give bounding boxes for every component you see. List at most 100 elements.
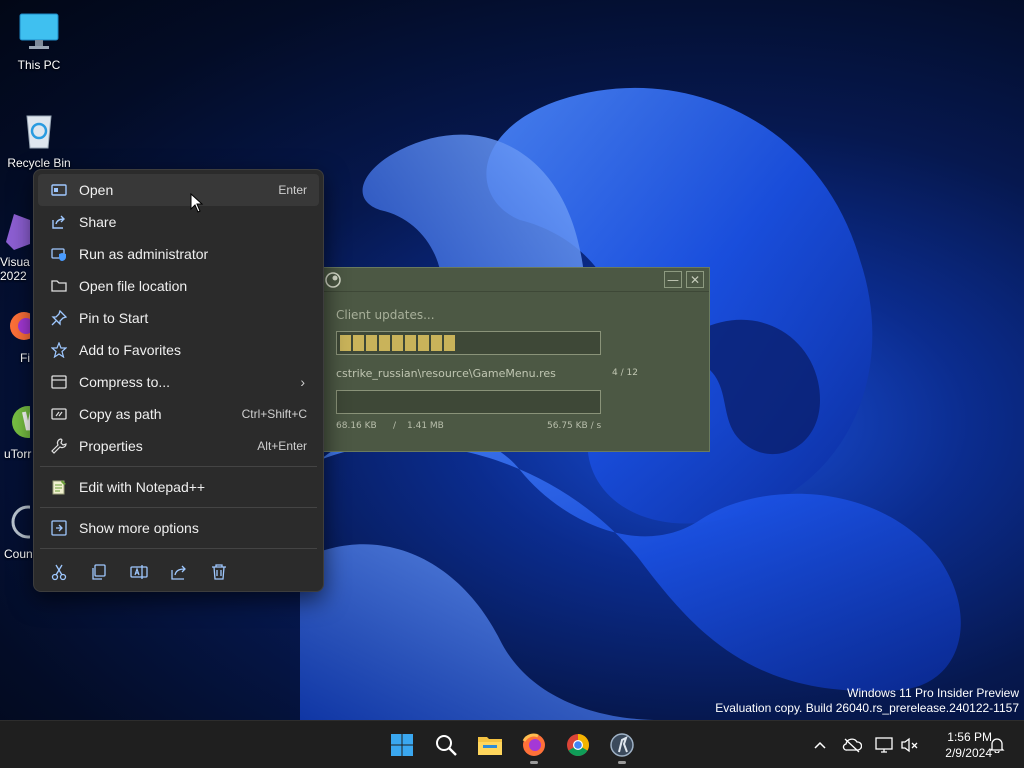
menu-quick-actions [38, 553, 319, 591]
progress-segment [444, 335, 455, 351]
desktop-icon-this-pc[interactable]: This PC [0, 10, 78, 72]
taskbar: 1:56 PM 2/9/2024 [0, 720, 1024, 768]
close-button[interactable]: ✕ [686, 271, 704, 288]
search-button[interactable] [430, 729, 462, 761]
rename-icon[interactable] [130, 563, 148, 581]
notification-bell-icon [989, 738, 1005, 753]
firefox-icon [10, 312, 34, 340]
notifications-button[interactable] [987, 735, 1007, 755]
display-icon [875, 737, 893, 753]
progress-segment [405, 335, 416, 351]
clock-date: 2/9/2024 [945, 746, 992, 760]
downloaded-size: 68.16 KB [336, 421, 377, 431]
menu-separator [40, 466, 317, 467]
chevron-right-icon: › [300, 374, 305, 390]
menu-item-shortcut: Ctrl+Shift+C [241, 407, 307, 421]
menu-item-add-to-favorites[interactable]: Add to Favorites [38, 334, 319, 366]
minimize-icon: — [667, 272, 679, 287]
monitor-icon [17, 10, 61, 54]
menu-item-copy-as-path[interactable]: Copy as path Ctrl+Shift+C [38, 398, 319, 430]
updater-window[interactable]: — ✕ Client updates... cstrike_russian\re… [322, 267, 710, 452]
cut-icon[interactable] [50, 563, 68, 581]
share-icon[interactable] [170, 563, 188, 581]
menu-item-pin-to-start[interactable]: Pin to Start [38, 302, 319, 334]
menu-item-compress-to[interactable]: Compress to... › [38, 366, 319, 398]
download-speed: 56.75 KB / s [547, 421, 602, 431]
copy-icon[interactable] [90, 563, 108, 581]
menu-item-label: Run as administrator [79, 246, 209, 262]
share-icon [50, 213, 68, 231]
progress-segment [418, 335, 429, 351]
file-explorer-button[interactable] [474, 729, 506, 761]
archive-icon [50, 373, 68, 391]
menu-item-label: Add to Favorites [79, 342, 181, 358]
file-progress-bar [336, 390, 601, 414]
folder-icon [50, 277, 68, 295]
overall-progress-bar [336, 331, 601, 355]
start-button[interactable] [386, 729, 418, 761]
delete-icon[interactable] [210, 563, 228, 581]
size-separator: / [393, 421, 397, 431]
chrome-icon [567, 734, 589, 756]
desktop-icon-counter-strike[interactable]: Coun [0, 500, 34, 561]
mouse-cursor-icon [190, 193, 204, 213]
desktop-icon-firefox[interactable]: Fi [0, 308, 34, 365]
menu-item-properties[interactable]: Properties Alt+Enter [38, 430, 319, 462]
menu-item-open-file-location[interactable]: Open file location [38, 270, 319, 302]
file-explorer-icon [478, 737, 502, 755]
menu-item-label: Open [79, 182, 114, 198]
menu-item-open[interactable]: Open Enter [38, 174, 319, 206]
watermark-edition: Windows 11 Pro Insider Preview [847, 686, 1019, 700]
desktop-icon-label: Visua 2022 [0, 255, 30, 283]
menu-separator [40, 548, 317, 549]
menu-item-shortcut: Enter [278, 183, 307, 197]
chevron-up-icon [814, 741, 826, 749]
desktop-icon-visual-studio[interactable]: Visua 2022 [0, 212, 34, 283]
utorrent-icon [12, 406, 34, 438]
minimize-button[interactable]: — [664, 271, 682, 288]
menu-item-show-more-options[interactable]: Show more options [38, 512, 319, 544]
open-icon [50, 181, 68, 199]
menu-item-label: Pin to Start [79, 310, 149, 326]
desktop-icon-recycle-bin[interactable]: Recycle Bin [0, 108, 78, 170]
file-count-text: 4 / 12 [612, 368, 638, 378]
watermark-build: Evaluation copy. Build 26040.rs_prerelea… [715, 701, 1019, 715]
taskbar-clock[interactable]: 1:56 PM 2/9/2024 [922, 729, 992, 761]
firefox-icon [522, 733, 545, 756]
menu-item-shortcut: Alt+Enter [257, 439, 307, 453]
running-indicator [530, 761, 538, 764]
update-status-text: Client updates... [336, 308, 435, 322]
firefox-button[interactable] [518, 729, 550, 764]
progress-segment [353, 335, 364, 351]
desktop-icon-utorrent[interactable]: uTorr [0, 400, 34, 461]
tray-volume[interactable] [900, 735, 920, 755]
progress-segment [392, 335, 403, 351]
notepad-icon [50, 478, 68, 496]
desktop-icon-label: Recycle Bin [7, 156, 71, 170]
recycle-bin-icon [17, 108, 61, 152]
menu-item-share[interactable]: Share [38, 206, 319, 238]
counter-strike-button[interactable] [606, 729, 638, 764]
current-file-text: cstrike_russian\resource\GameMenu.res [336, 367, 556, 380]
start-icon [391, 734, 413, 756]
updater-titlebar[interactable]: — ✕ [323, 268, 709, 292]
wrench-icon [50, 437, 68, 455]
search-icon [436, 735, 457, 756]
menu-item-edit-with-notepad[interactable]: Edit with Notepad++ [38, 471, 319, 503]
clock-time: 1:56 PM [947, 730, 992, 744]
desktop-icon-label: Coun [4, 547, 33, 561]
menu-item-run-as-administrator[interactable]: Run as administrator [38, 238, 319, 270]
shield-icon [50, 245, 68, 263]
tray-network[interactable] [842, 735, 862, 755]
volume-muted-icon [901, 737, 918, 753]
tray-overflow-button[interactable] [810, 735, 830, 755]
context-menu[interactable]: Open Enter Share Run as administrator Op… [33, 169, 324, 592]
chrome-button[interactable] [562, 729, 594, 761]
star-icon [50, 341, 68, 359]
close-icon: ✕ [689, 272, 701, 287]
steam-icon [325, 272, 341, 292]
progress-segment [431, 335, 442, 351]
tray-display[interactable] [874, 735, 894, 755]
progress-segment [366, 335, 377, 351]
counter-strike-icon [11, 505, 34, 539]
